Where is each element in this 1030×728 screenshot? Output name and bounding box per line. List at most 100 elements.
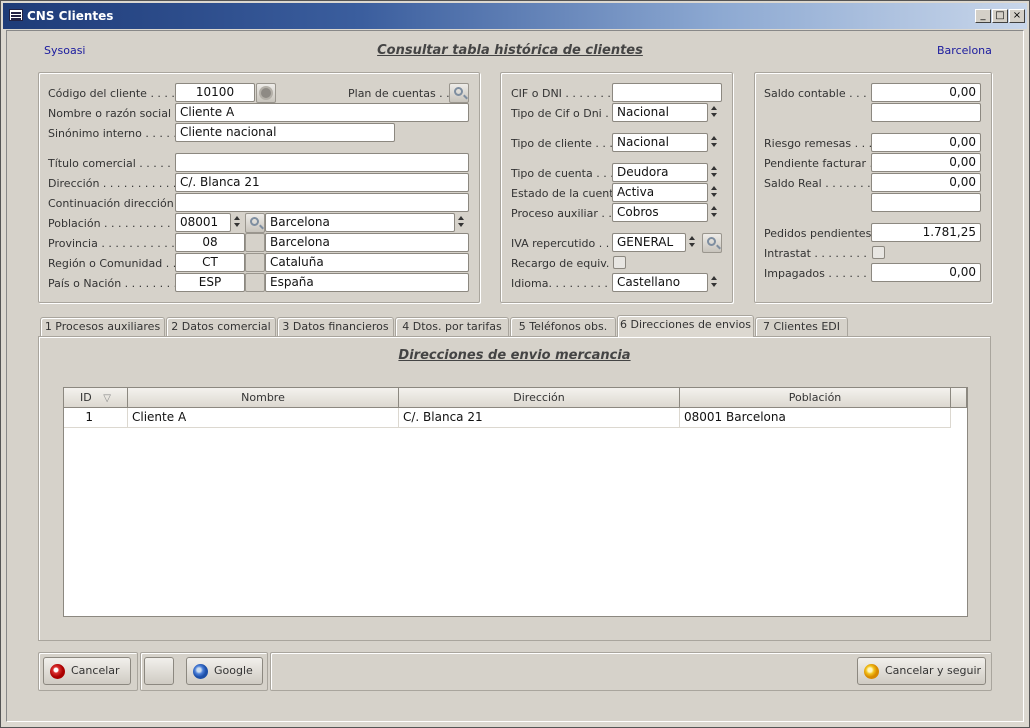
region-code-field[interactable]: CT	[175, 253, 245, 272]
saldo-extra-field[interactable]	[871, 103, 981, 122]
estado-select[interactable]: Activa	[612, 183, 708, 202]
impagados-field[interactable]: 0,00	[871, 263, 981, 282]
cancel-and-continue-button[interactable]: Cancelar y seguir	[857, 657, 986, 685]
tipo-cliente-select[interactable]: Nacional	[612, 133, 708, 152]
column-header-id[interactable]: ID ▽	[64, 388, 128, 408]
pedidos-label: Pedidos pendientes .	[764, 227, 879, 240]
tipo-cliente-spinner[interactable]	[707, 133, 721, 152]
codigo-field[interactable]: 10100	[175, 83, 255, 102]
cif-field[interactable]	[612, 83, 722, 102]
region-button[interactable]	[245, 253, 265, 272]
tab-direcciones-envios[interactable]: 6 Direcciones de envios	[617, 315, 754, 337]
estado-spinner[interactable]	[707, 183, 721, 202]
tipo-cif-spinner[interactable]	[707, 103, 721, 122]
column-header-poblacion[interactable]: Población	[680, 388, 951, 408]
poblacion-name-field[interactable]: Barcelona	[265, 213, 455, 232]
pais-name-field[interactable]: España	[265, 273, 469, 292]
minimize-button[interactable]: _	[975, 9, 991, 23]
proceso-label: Proceso auxiliar . . .	[511, 207, 619, 220]
titulo-label: Título comercial . . . . . . .	[48, 157, 185, 170]
riesgo-field[interactable]: 0,00	[871, 133, 981, 152]
intrastat-checkbox[interactable]	[872, 246, 885, 259]
recargo-label: Recargo de equiv. . .	[511, 257, 624, 270]
provincia-button[interactable]	[245, 233, 265, 252]
google-button[interactable]: Google	[186, 657, 263, 685]
proceso-select[interactable]: Cobros	[612, 203, 708, 222]
blank-button[interactable]	[144, 657, 174, 685]
sinonimo-label: Sinónimo interno . . . . . .	[48, 127, 184, 140]
iva-select[interactable]: GENERAL	[612, 233, 686, 252]
close-button[interactable]: ×	[1009, 9, 1025, 23]
recargo-checkbox[interactable]	[613, 256, 626, 269]
idioma-select[interactable]: Castellano	[612, 273, 708, 292]
region-name-field[interactable]: Cataluña	[265, 253, 469, 272]
pais-code-field[interactable]: ESP	[175, 273, 245, 292]
idioma-label: Idioma. . . . . . . . . . .	[511, 277, 622, 290]
iva-spinner[interactable]	[685, 233, 699, 252]
poblacion-search-button[interactable]	[245, 213, 265, 233]
region-label: Región o Comunidad . . .	[48, 257, 184, 270]
poblacion-spinner[interactable]	[230, 213, 244, 232]
globe-icon	[193, 664, 208, 679]
tipo-cuenta-label: Tipo de cuenta . . . .	[511, 167, 621, 180]
app-icon	[9, 9, 23, 21]
maximize-button[interactable]: □	[992, 9, 1008, 23]
cancel-icon	[50, 664, 65, 679]
codigo-label: Código del cliente . . . . .	[48, 87, 182, 100]
provincia-name-field[interactable]: Barcelona	[265, 233, 469, 252]
pendiente-label: Pendiente facturar .	[764, 157, 874, 170]
tab-datos-financieros[interactable]: 3 Datos financieros	[277, 317, 394, 336]
nombre-field[interactable]: Cliente A	[175, 103, 469, 122]
table-cell-id[interactable]: 1	[64, 408, 128, 428]
tab-datos-comercial[interactable]: 2 Datos comercial	[166, 317, 276, 336]
window-title: CNS Clientes	[27, 9, 114, 23]
saldo-contable-field[interactable]: 0,00	[871, 83, 981, 102]
saldo-real-extra-field[interactable]	[871, 193, 981, 212]
title-bar[interactable]: CNS Clientes _ □ ×	[3, 3, 1027, 29]
intrastat-label: Intrastat . . . . . . . .	[764, 247, 867, 260]
nombre-label: Nombre o razón social . .	[48, 107, 186, 120]
provincia-code-field[interactable]: 08	[175, 233, 245, 252]
column-header-nombre[interactable]: Nombre	[128, 388, 399, 408]
tab-clientes-edi[interactable]: 7 Clientes EDI	[755, 317, 848, 336]
pais-label: País o Nación . . . . . . . .	[48, 277, 178, 290]
tab-procesos-auxiliares[interactable]: 1 Procesos auxiliares	[40, 317, 165, 336]
riesgo-label: Riesgo remesas . . .	[764, 137, 873, 150]
table-cell-direccion[interactable]: C/. Blanca 21	[399, 408, 680, 428]
saldo-contable-label: Saldo contable . . . .	[764, 87, 874, 100]
pendiente-field[interactable]: 0,00	[871, 153, 981, 172]
continuacion-field[interactable]	[175, 193, 469, 212]
pedidos-field[interactable]: 1.781,25	[871, 223, 981, 242]
poblacion-label: Población . . . . . . . . . . .	[48, 217, 178, 230]
sinonimo-field[interactable]: Cliente nacional	[175, 123, 395, 142]
tipo-cif-select[interactable]: Nacional	[612, 103, 708, 122]
plan-search-button[interactable]	[449, 83, 469, 103]
search-icon	[250, 217, 259, 226]
direccion-label: Dirección . . . . . . . . . . .	[48, 177, 177, 190]
tab-telefonos[interactable]: 5 Teléfonos obs.	[510, 317, 616, 336]
tipo-cuenta-select[interactable]: Deudora	[612, 163, 708, 182]
proceso-spinner[interactable]	[707, 203, 721, 222]
provincia-label: Provincia . . . . . . . . . . .	[48, 237, 175, 250]
direccion-field[interactable]: C/. Blanca 21	[175, 173, 469, 192]
poblacion-name-spinner[interactable]	[454, 213, 468, 232]
iva-search-button[interactable]	[702, 233, 722, 253]
codigo-lookup-button[interactable]	[256, 83, 276, 103]
tipo-cuenta-spinner[interactable]	[707, 163, 721, 182]
saldo-real-field[interactable]: 0,00	[871, 173, 981, 192]
column-header-direccion[interactable]: Dirección	[399, 388, 680, 408]
table-cell-nombre[interactable]: Cliente A	[128, 408, 399, 428]
cancel-button[interactable]: Cancelar	[43, 657, 131, 685]
pais-button[interactable]	[245, 273, 265, 292]
column-header-filler	[951, 388, 967, 408]
saldo-real-label: Saldo Real . . . . . . .	[764, 177, 871, 190]
idioma-spinner[interactable]	[707, 273, 721, 292]
titulo-field[interactable]	[175, 153, 469, 172]
cif-label: CIF o DNI . . . . . . . .	[511, 87, 618, 100]
search-icon	[454, 87, 463, 96]
poblacion-code-field[interactable]: 08001	[175, 213, 231, 232]
table-cell-poblacion[interactable]: 08001 Barcelona	[680, 408, 951, 428]
tipo-cif-label: Tipo de Cif o Dni . . .	[511, 107, 623, 120]
tab-dtos-tarifas[interactable]: 4 Dtos. por tarifas	[395, 317, 509, 336]
envios-table[interactable]: ID ▽ Nombre Dirección Población 1 Client…	[63, 387, 968, 617]
